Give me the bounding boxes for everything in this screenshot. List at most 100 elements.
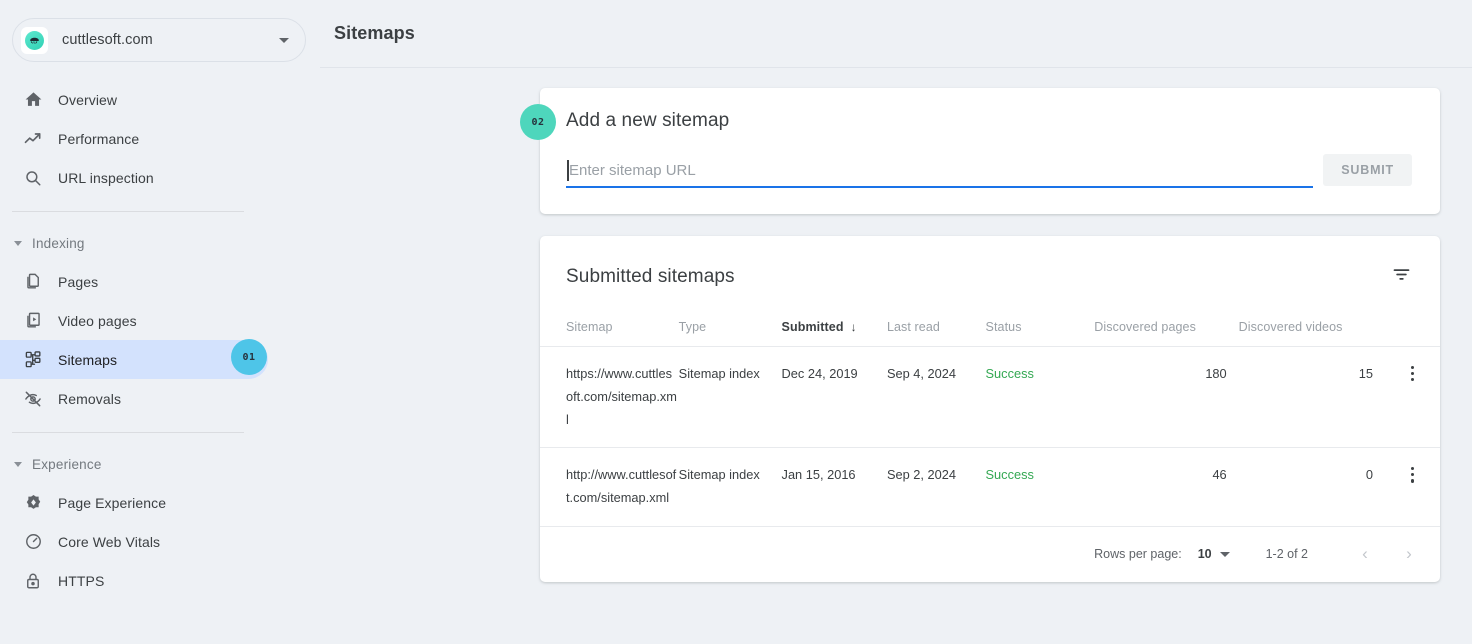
cell-submitted: Dec 24, 2019 (781, 345, 887, 448)
sidebar-section-indexing[interactable]: Indexing (0, 226, 320, 260)
sidebar-divider-2 (12, 432, 244, 433)
cell-discovered-pages: 46 (1094, 447, 1239, 526)
sidebar-item-overview[interactable]: Overview (0, 80, 268, 119)
cell-last-read: Sep 2, 2024 (886, 447, 986, 526)
cell-discovered-videos: 15 (1238, 345, 1385, 448)
sidebar-section-label: Indexing (32, 235, 85, 251)
sidebar-item-label: Sitemaps (58, 351, 118, 368)
site-selector[interactable]: cuttlesoft.com (12, 18, 306, 62)
more-vert-icon[interactable] (1410, 464, 1415, 485)
text-caret (567, 160, 569, 181)
cell-sitemap: https://www.cuttlesoft.com/sitemap.xml (540, 345, 679, 448)
sidebar-item-page-experience[interactable]: Page Experience (0, 483, 268, 522)
status-badge: Success (985, 345, 1095, 448)
submitted-sitemaps-title: Submitted sitemaps (566, 266, 735, 287)
page-title: Sitemaps (334, 23, 415, 43)
nav-indexing: Pages Video pages Sitemaps Removals (0, 262, 320, 418)
cell-row-menu (1385, 447, 1440, 526)
sidebar-item-label: Page Experience (58, 494, 167, 511)
chevron-right-icon[interactable]: › (1396, 544, 1422, 564)
table-row[interactable]: http://www.cuttlesoft.com/sitemap.xml Si… (540, 447, 1440, 526)
triangle-down-icon (14, 240, 22, 246)
cell-type: Sitemap index (678, 447, 782, 526)
add-sitemap-title: Add a new sitemap (566, 110, 730, 131)
app-root: cuttlesoft.com Overview Performance URL … (0, 0, 1472, 644)
arrow-down-icon: ↓ (850, 320, 857, 334)
sidebar-item-label: HTTPS (58, 572, 105, 589)
submitted-sitemaps-card: Submitted sitemaps Sitemap Type Submitte… (540, 236, 1440, 582)
pages-copy-icon (22, 271, 44, 293)
column-header-type[interactable]: Type (679, 294, 782, 347)
sidebar-item-url-inspection[interactable]: URL inspection (0, 158, 268, 197)
sidebar-divider-1 (12, 211, 244, 212)
sidebar-item-label: Core Web Vitals (58, 533, 161, 550)
sidebar-section-label: Experience (32, 456, 102, 472)
sidebar-item-label: Removals (58, 390, 122, 407)
pagination-range: 1-2 of 2 (1265, 547, 1308, 562)
column-header-submitted-label: Submitted (781, 320, 844, 334)
cell-row-menu (1385, 345, 1440, 448)
sidebar-item-sitemaps[interactable]: Sitemaps (0, 340, 268, 379)
more-vert-icon[interactable] (1410, 363, 1415, 384)
home-icon (22, 89, 44, 111)
sitemaps-table-head: Sitemap Type Submitted ↓ Last read Status… (540, 294, 1440, 347)
eye-off-icon (22, 388, 44, 410)
submit-button[interactable]: SUBMIT (1323, 154, 1412, 186)
sidebar-item-label: Overview (58, 91, 118, 108)
column-header-menu (1385, 294, 1440, 347)
cell-submitted: Jan 15, 2016 (781, 447, 887, 526)
table-pagination: Rows per page: 10 1-2 of 2 ‹ › (540, 525, 1440, 582)
column-header-status[interactable]: Status (986, 294, 1095, 347)
sidebar-item-video-pages[interactable]: Video pages (0, 301, 268, 340)
nav-experience: Page Experience Core Web Vitals HTTPS (0, 483, 320, 600)
search-icon (22, 167, 44, 189)
annotation-badge-02: 02 (520, 104, 556, 140)
annotation-badge-01: 01 (231, 339, 267, 375)
sidebar-item-https[interactable]: HTTPS (0, 561, 268, 600)
sidebar-item-label: Pages (58, 273, 99, 290)
sidebar-section-experience[interactable]: Experience (0, 447, 320, 481)
cell-last-read: Sep 4, 2024 (886, 345, 986, 448)
sidebar: cuttlesoft.com Overview Performance URL … (0, 0, 320, 644)
column-header-discovered-videos[interactable]: Discovered videos (1239, 294, 1385, 347)
page-experience-icon (22, 492, 44, 514)
triangle-down-icon (14, 461, 22, 467)
sitemaps-table-body: https://www.cuttlesoft.com/sitemap.xml S… (540, 345, 1440, 526)
table-row[interactable]: https://www.cuttlesoft.com/sitemap.xml S… (540, 345, 1440, 448)
sidebar-item-core-web-vitals[interactable]: Core Web Vitals (0, 522, 268, 561)
sitemaps-table: Sitemap Type Submitted ↓ Last read Status… (540, 294, 1440, 526)
sidebar-item-performance[interactable]: Performance (0, 119, 268, 158)
submitted-sitemaps-header: Submitted sitemaps (540, 236, 1440, 294)
add-sitemap-row: SUBMIT (566, 154, 1412, 188)
column-header-discovered-pages[interactable]: Discovered pages (1094, 294, 1238, 347)
sitemap-url-field (566, 160, 1314, 188)
cell-discovered-videos: 0 (1238, 447, 1385, 526)
lock-icon (22, 570, 44, 592)
rows-per-page-value[interactable]: 10 (1198, 547, 1212, 561)
sidebar-item-label: URL inspection (58, 169, 154, 186)
sidebar-item-label: Performance (58, 130, 140, 147)
sidebar-item-label: Video pages (58, 312, 137, 329)
column-header-sitemap[interactable]: Sitemap (540, 294, 679, 347)
filter-list-icon[interactable] (1387, 260, 1416, 294)
chevron-left-icon[interactable]: ‹ (1352, 544, 1378, 564)
account-tree-icon (22, 349, 44, 371)
rows-per-page-label: Rows per page: (1094, 547, 1182, 562)
trending-up-icon (22, 128, 44, 150)
column-header-submitted[interactable]: Submitted ↓ (782, 294, 887, 347)
chevron-down-icon[interactable] (1219, 551, 1230, 557)
sidebar-item-pages[interactable]: Pages (0, 262, 268, 301)
column-header-last-read[interactable]: Last read (887, 294, 986, 347)
cell-type: Sitemap index (678, 345, 782, 448)
status-badge: Success (985, 447, 1095, 526)
chevron-down-icon[interactable] (279, 37, 289, 43)
content-area: Add a new sitemap SUBMIT Submitted sitem… (320, 68, 1472, 582)
cuttlefish-glyph (30, 37, 39, 44)
main-content: Sitemaps Add a new sitemap SUBMIT Submit… (320, 0, 1472, 644)
cell-sitemap: http://www.cuttlesoft.com/sitemap.xml (540, 447, 679, 526)
nav-primary: Overview Performance URL inspection (0, 80, 320, 197)
sitemap-url-input[interactable] (566, 160, 1314, 188)
sidebar-item-removals[interactable]: Removals (0, 379, 268, 418)
add-sitemap-card: Add a new sitemap SUBMIT (540, 88, 1440, 214)
site-selector-name: cuttlesoft.com (62, 32, 153, 48)
